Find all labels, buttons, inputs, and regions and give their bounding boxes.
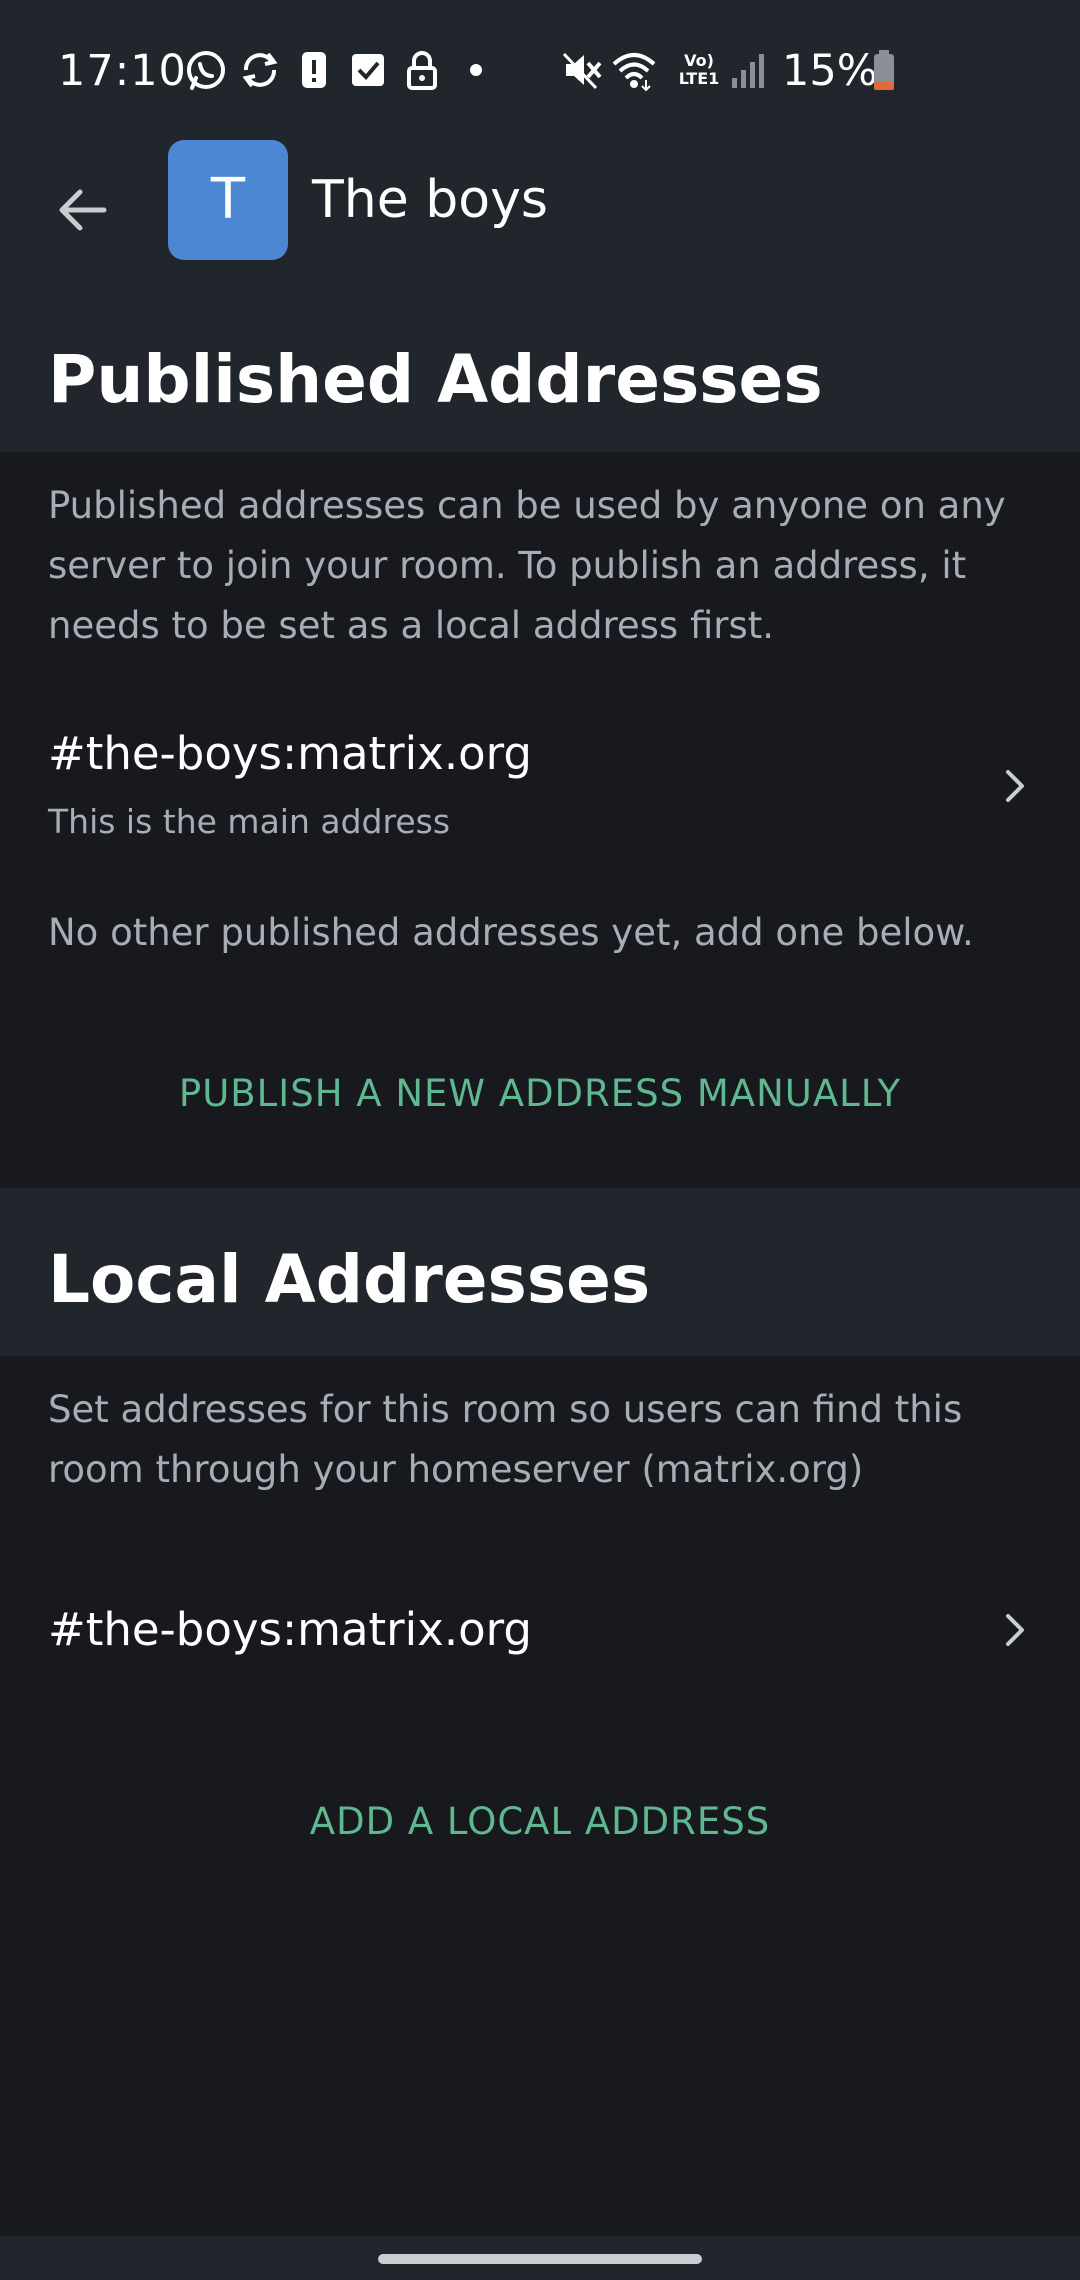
dot-icon (470, 64, 482, 76)
lock-icon (407, 51, 437, 90)
published-addresses-description: Published addresses can be used by anyon… (48, 484, 1006, 647)
wifi-icon (612, 53, 656, 92)
battery-percentage: 15% (782, 46, 878, 96)
local-addresses-title: Local Addresses (48, 1241, 651, 1318)
sync-icon (242, 52, 278, 88)
app-bar: T The boys (0, 140, 1080, 288)
room-name[interactable]: The boys (312, 168, 548, 232)
published-addresses-header: Published Addresses (0, 288, 1080, 452)
local-address-row[interactable]: #the-boys:matrix.org (0, 1560, 1080, 1700)
navigation-bar (0, 2236, 1080, 2280)
mute-icon (562, 52, 602, 90)
status-bar: 17:10 Vo) LTE1 15% (0, 0, 1080, 140)
back-arrow-icon[interactable] (44, 170, 124, 250)
status-time: 17:10 (58, 46, 187, 96)
local-addresses-header: Local Addresses (0, 1188, 1080, 1356)
publish-address-button[interactable]: PUBLISH A NEW ADDRESS MANUALLY (0, 1064, 1080, 1124)
no-published-addresses-note: No other published addresses yet, add on… (48, 911, 974, 954)
room-avatar[interactable]: T (168, 140, 288, 260)
add-local-address-button[interactable]: ADD A LOCAL ADDRESS (0, 1792, 1080, 1852)
chevron-right-icon (1006, 1614, 1024, 1646)
local-address-text: #the-boys:matrix.org (48, 1603, 532, 1656)
chevron-right-icon (1006, 770, 1024, 802)
published-address-row[interactable]: #the-boys:matrix.org This is the main ad… (0, 712, 1080, 862)
home-handle[interactable] (378, 2254, 702, 2264)
published-address-text: #the-boys:matrix.org (48, 727, 532, 780)
volte-icon: Vo) LTE1 (678, 51, 720, 88)
published-addresses-title: Published Addresses (48, 341, 823, 418)
battery-icon (874, 50, 894, 90)
main-address-label: This is the main address (48, 802, 451, 841)
signal-icon (732, 54, 764, 88)
alert-icon (302, 52, 326, 88)
local-addresses-description: Set addresses for this room so users can… (48, 1388, 963, 1491)
check-icon (352, 54, 384, 86)
whatsapp-icon (187, 51, 225, 90)
